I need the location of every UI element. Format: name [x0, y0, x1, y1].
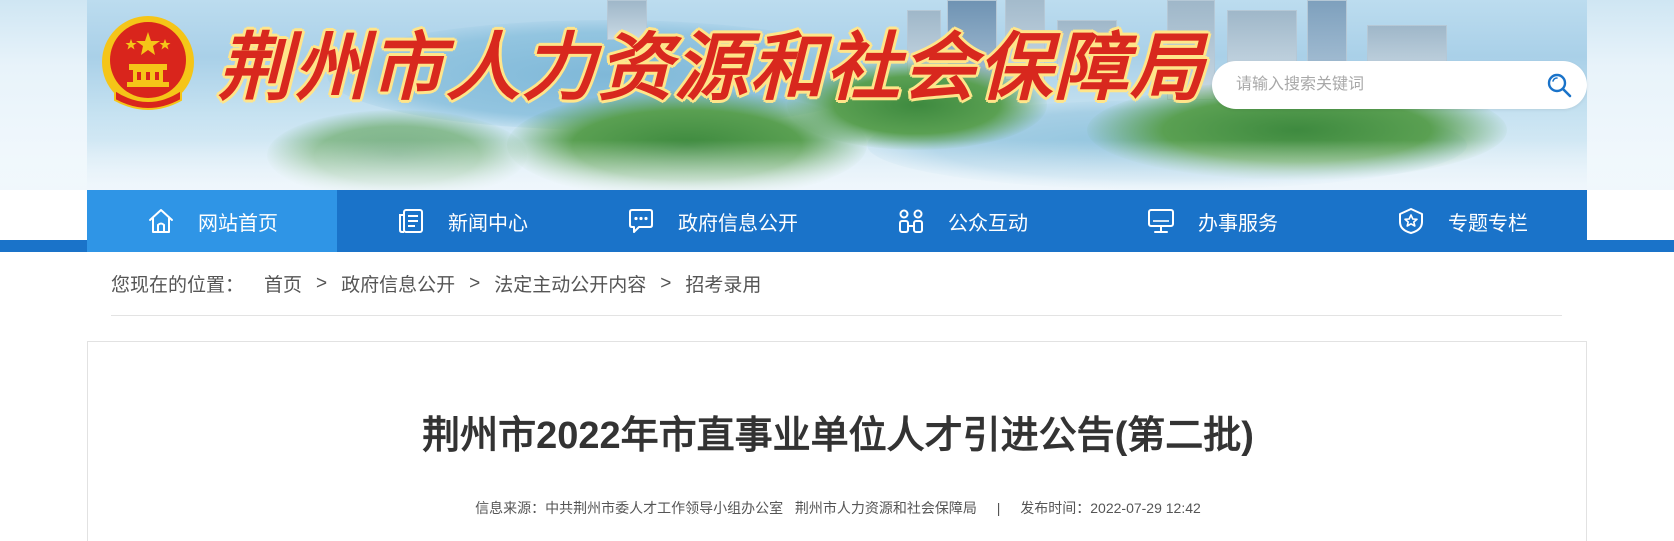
nav-item-label: 专题专栏	[1448, 212, 1528, 235]
publish-time-value: 2022-07-29 12:42	[1090, 500, 1201, 516]
nav-item-news[interactable]: 新闻中心	[337, 190, 587, 252]
site-header: 荆州市人力资源和社会保障局	[0, 0, 1674, 190]
breadcrumb-separator: >	[469, 272, 481, 294]
nav-item-label: 政府信息公开	[678, 212, 798, 235]
chat-bubble-icon	[626, 206, 656, 236]
nav-item-label: 网站首页	[198, 212, 278, 235]
nav-item-topics[interactable]: 专题专栏	[1337, 190, 1587, 252]
nav-item-interaction[interactable]: 公众互动	[837, 190, 1087, 252]
article-meta: 信息来源：中共荆州市委人才工作领导小组办公室 荆州市人力资源和社会保障局 | 发…	[88, 498, 1588, 518]
search-input[interactable]	[1236, 61, 1536, 109]
nav-item-services[interactable]: 办事服务	[1087, 190, 1337, 252]
nav-item-label: 公众互动	[948, 212, 1028, 235]
breadcrumb: 您现在的位置： 首页 > 政府信息公开 > 法定主动公开内容 > 招考录用	[111, 252, 1562, 316]
breadcrumb-link-recruitment[interactable]: 招考录用	[685, 270, 761, 297]
news-icon	[396, 206, 426, 236]
main-nav: 网站首页 新闻中心 政府信息公开 公众互动 办事服务 专题专栏	[87, 190, 1587, 252]
home-icon	[146, 206, 176, 236]
search-box	[1212, 61, 1587, 109]
nav-item-home[interactable]: 网站首页	[87, 190, 337, 252]
nav-item-label: 新闻中心	[448, 212, 528, 235]
source-label: 信息来源：	[475, 500, 546, 516]
article-title: 荆州市2022年市直事业单位人才引进公告(第二批)	[422, 415, 1254, 457]
national-emblem-icon[interactable]	[97, 12, 199, 118]
publish-time-label: 发布时间：	[1020, 500, 1091, 516]
breadcrumb-separator: >	[316, 272, 328, 294]
article-panel: 荆州市2022年市直事业单位人才引进公告(第二批) 信息来源：中共荆州市委人才工…	[87, 341, 1587, 541]
badge-star-icon	[1396, 206, 1426, 236]
breadcrumb-link-statutory[interactable]: 法定主动公开内容	[494, 270, 646, 297]
breadcrumb-separator: >	[660, 272, 672, 294]
source-value: 中共荆州市委人才工作领导小组办公室 荆州市人力资源和社会保障局	[545, 500, 977, 516]
nav-item-gov-info[interactable]: 政府信息公开	[587, 190, 837, 252]
nav-item-label: 办事服务	[1198, 212, 1278, 235]
breadcrumb-link-home[interactable]: 首页	[264, 270, 302, 297]
people-icon	[896, 206, 926, 236]
site-title[interactable]: 荆州市人力资源和社会保障局	[218, 18, 1206, 118]
breadcrumb-link-gov-info[interactable]: 政府信息公开	[341, 270, 455, 297]
meta-divider: |	[996, 500, 1001, 516]
search-icon[interactable]	[1545, 71, 1573, 99]
monitor-icon	[1146, 206, 1176, 236]
breadcrumb-prefix: 您现在的位置：	[111, 275, 245, 296]
